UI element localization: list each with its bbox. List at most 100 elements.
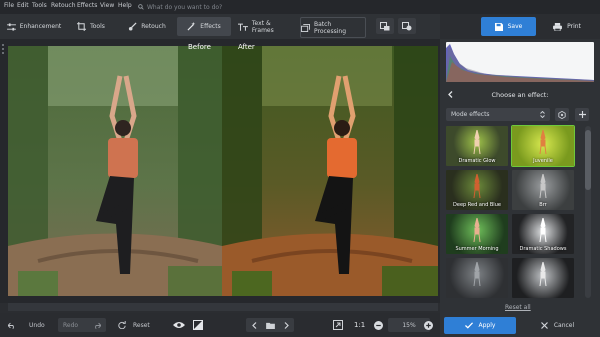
- printer-icon: [553, 22, 563, 31]
- toggle-view-button[interactable]: [398, 18, 416, 34]
- zoom-out-button[interactable]: [374, 318, 383, 332]
- minus-circle-icon: [374, 320, 383, 330]
- tab-effects[interactable]: Effects: [177, 17, 231, 36]
- cancel-button[interactable]: Cancel: [520, 317, 595, 334]
- effect-thumb-6[interactable]: [446, 258, 508, 298]
- effect-name: Dramatic Shadows: [519, 246, 567, 252]
- tab-effects-label: Effects: [200, 23, 221, 30]
- effect-thumb-7[interactable]: [512, 258, 574, 298]
- tab-enhancement-label: Enhancement: [19, 23, 62, 30]
- menu-tools[interactable]: Tools: [32, 2, 47, 9]
- text-icon: [238, 23, 248, 31]
- cancel-label: Cancel: [553, 322, 575, 329]
- effect-thumb-5[interactable]: Dramatic Shadows: [512, 214, 574, 254]
- undo-button[interactable]: Undo: [8, 318, 45, 332]
- undo-icon: [8, 322, 14, 329]
- save-button[interactable]: Save: [481, 17, 536, 36]
- fit-to-screen-button[interactable]: [333, 318, 343, 332]
- compare-view-button[interactable]: [376, 18, 394, 34]
- crop-icon: [77, 22, 87, 31]
- histogram: [446, 42, 594, 82]
- next-image-button[interactable]: [278, 321, 294, 329]
- effect-category-select[interactable]: Mode effects: [446, 108, 550, 121]
- brush-icon: [129, 22, 137, 31]
- effects-scrollbar[interactable]: [585, 126, 591, 298]
- tab-tools[interactable]: Tools: [74, 17, 108, 36]
- tab-tools-label: Tools: [90, 23, 105, 30]
- preview-toggle-button[interactable]: [173, 318, 185, 332]
- plus-circle-icon: [424, 320, 433, 330]
- choose-effect-header: Choose an effect:: [440, 88, 600, 102]
- menu-file[interactable]: File: [4, 2, 14, 9]
- zoom-in-button[interactable]: [424, 318, 433, 332]
- magic-wand-icon: [187, 22, 196, 31]
- after-label: After: [238, 43, 255, 51]
- batch-icon: [301, 23, 310, 32]
- tab-enhancement[interactable]: Enhancement: [6, 17, 62, 36]
- horizontal-scrollbar[interactable]: [8, 303, 438, 311]
- compare-icon: [380, 21, 390, 30]
- reset-label: Reset: [133, 321, 150, 329]
- before-image: [8, 46, 222, 296]
- sliders-icon: [6, 22, 16, 31]
- choose-effect-title: Choose an effect:: [491, 91, 549, 99]
- apply-label: Apply: [478, 322, 496, 329]
- menu-help[interactable]: Help: [118, 2, 132, 9]
- image-navigation: [246, 318, 294, 332]
- chevron-left-icon: [251, 321, 256, 329]
- tab-retouch-label: Retouch: [141, 23, 166, 30]
- chevron-updown-icon: [540, 111, 545, 118]
- add-effect-button[interactable]: [575, 108, 589, 121]
- effect-name: Juvenile: [533, 158, 553, 164]
- effect-name: Summer Morning: [455, 246, 499, 252]
- after-image: [222, 46, 438, 296]
- chevron-right-icon: [284, 321, 289, 329]
- close-icon: [540, 322, 548, 329]
- actual-size-label: 1:1: [354, 321, 366, 329]
- print-button[interactable]: Print: [542, 17, 592, 36]
- search-box[interactable]: What do you want to do?: [138, 2, 278, 12]
- menu-effects[interactable]: Effects: [77, 2, 97, 9]
- folder-icon: [265, 322, 275, 329]
- plus-icon: [578, 111, 586, 118]
- effect-name: Deep Red and Blue: [453, 202, 501, 208]
- reset-icon: [118, 321, 126, 329]
- effect-thumb-4[interactable]: Summer Morning: [446, 214, 508, 254]
- panel-collapse-handle[interactable]: [2, 44, 5, 64]
- effects-grid: Dramatic Glow Juvenile Deep Red and Blue…: [446, 125, 580, 298]
- actual-size-button[interactable]: 1:1: [354, 318, 365, 332]
- menu-bar: File Edit Tools Retouch Effects View Hel…: [0, 0, 600, 14]
- fit-screen-icon: [333, 320, 343, 330]
- menu-view[interactable]: View: [100, 2, 114, 9]
- effect-thumb-3[interactable]: Brr: [512, 170, 574, 210]
- effect-name: Dramatic Glow: [458, 158, 496, 164]
- effect-settings-button[interactable]: [555, 108, 569, 121]
- reset-all-link[interactable]: Reset all: [505, 304, 531, 311]
- search-icon: [138, 4, 144, 10]
- main-toolbar: Enhancement Tools Retouch Effects Text &…: [0, 14, 440, 39]
- open-folder-button[interactable]: [262, 322, 278, 329]
- before-label: Before: [188, 43, 211, 51]
- tab-text-frames-label: Text & Frames: [251, 19, 274, 34]
- floppy-icon: [494, 22, 503, 31]
- eye-icon: [173, 322, 185, 328]
- redo-button[interactable]: Redo: [58, 318, 107, 332]
- tab-retouch[interactable]: Retouch: [126, 17, 168, 36]
- undo-label: Undo: [29, 321, 45, 329]
- effect-name: Brr: [539, 202, 547, 208]
- check-icon: [464, 322, 473, 329]
- redo-icon: [95, 322, 102, 329]
- apply-button[interactable]: Apply: [444, 317, 516, 334]
- batch-processing-label: Batch Processing: [313, 20, 347, 35]
- menu-retouch[interactable]: Retouch: [51, 2, 76, 9]
- menu-edit[interactable]: Edit: [17, 2, 29, 9]
- batch-processing-button[interactable]: Batch Processing: [300, 17, 366, 38]
- effect-thumb-0[interactable]: Dramatic Glow: [446, 126, 508, 166]
- tab-text-frames[interactable]: Text & Frames: [238, 17, 294, 36]
- redo-label: Redo: [63, 321, 79, 329]
- effect-thumb-2[interactable]: Deep Red and Blue: [446, 170, 508, 210]
- previous-image-button[interactable]: [246, 321, 262, 329]
- compare-toggle-button[interactable]: [193, 318, 203, 332]
- effect-thumb-1[interactable]: Juvenile: [511, 125, 575, 167]
- reset-button[interactable]: Reset: [118, 318, 150, 332]
